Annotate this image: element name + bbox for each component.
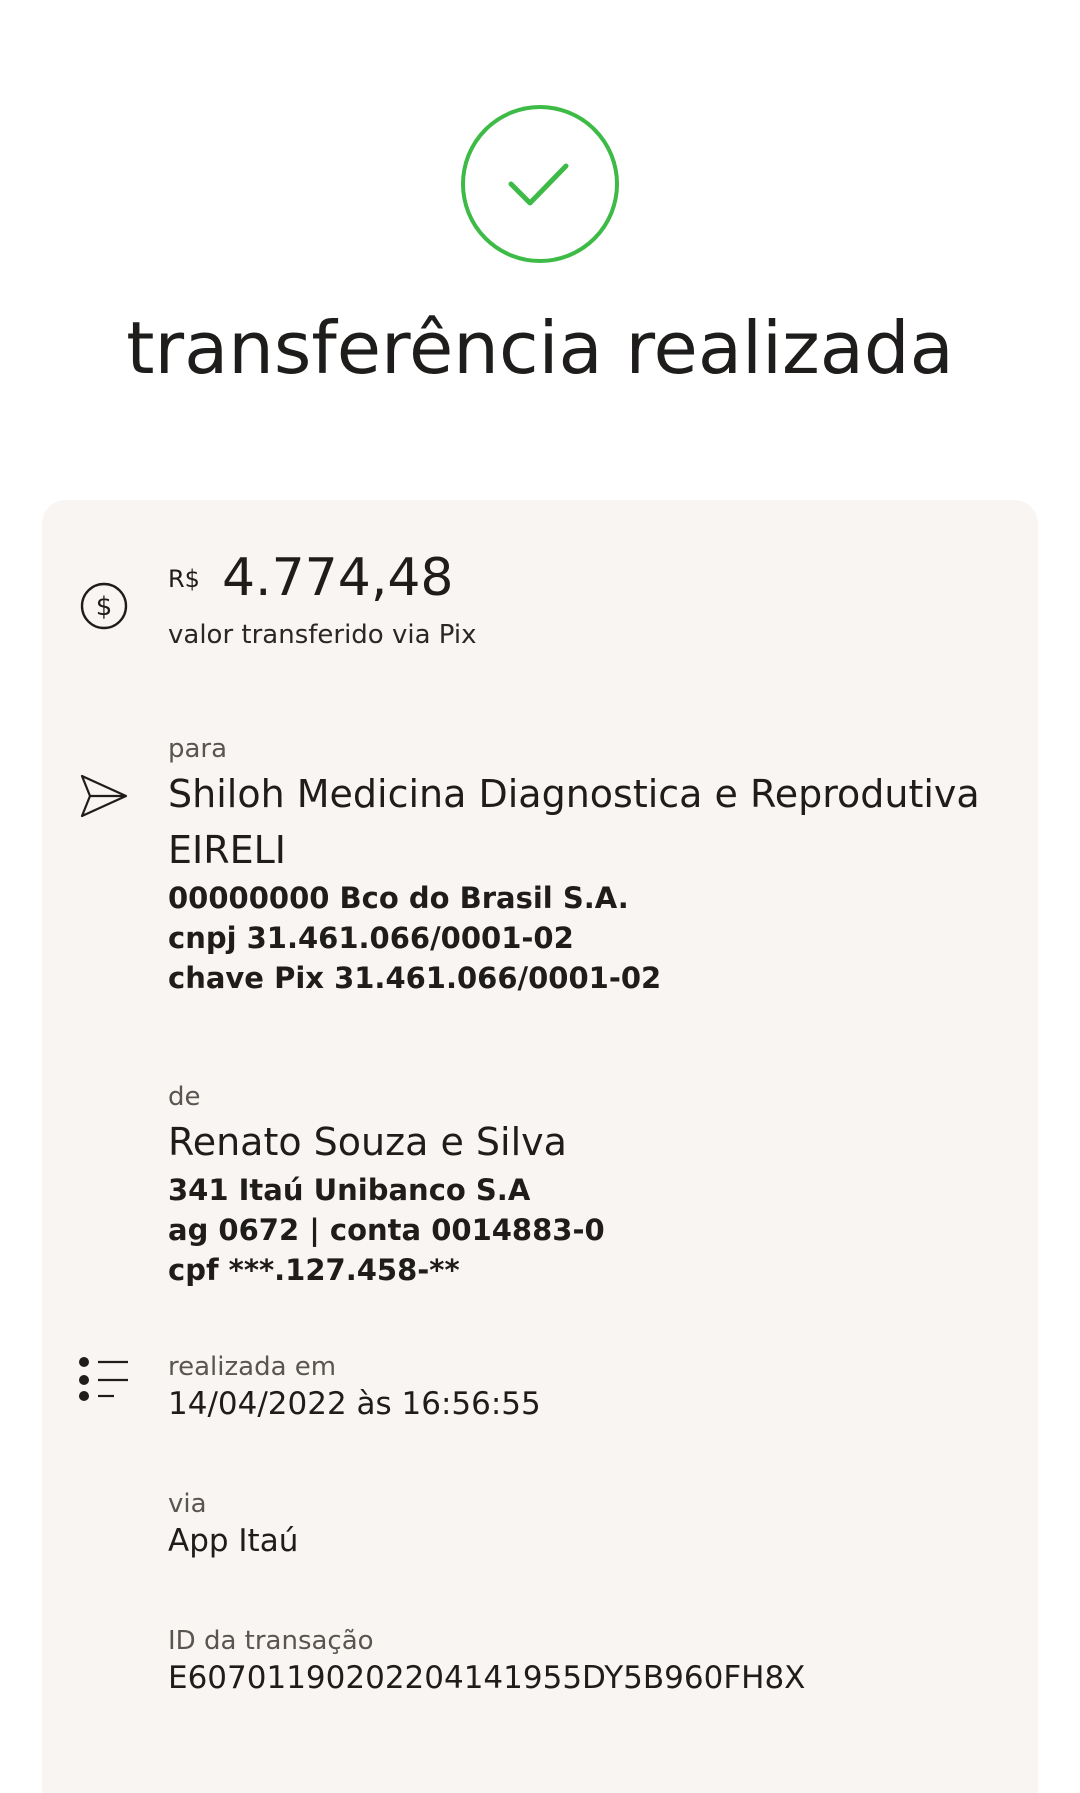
sender-bank: 341 Itaú Unibanco S.A <box>168 1173 531 1207</box>
check-circle-icon <box>460 104 620 264</box>
sender-block: de Renato Souza e Silva 341 Itaú Unibanc… <box>168 1080 1008 1290</box>
date-block: realizada em 14/04/2022 às 16:56:55 <box>168 1350 1008 1424</box>
date-label: realizada em <box>168 1352 337 1382</box>
recipient-bank: 00000000 Bco do Brasil S.A. <box>168 881 629 915</box>
sender-label: de <box>168 1082 201 1112</box>
amount-block: R$ 4.774,48 valor transferido via Pix <box>168 546 1008 652</box>
transaction-id-label: ID da transação <box>168 1626 374 1656</box>
sender-document: cpf ***.127.458-** <box>168 1253 460 1287</box>
list-icon <box>76 1354 132 1410</box>
recipient-label: para <box>168 734 228 764</box>
channel-label: via <box>168 1489 207 1519</box>
amount-caption: valor transferido via Pix <box>168 620 477 650</box>
currency-symbol: R$ <box>168 565 200 593</box>
recipient-pix-key: chave Pix 31.461.066/0001-02 <box>168 961 662 995</box>
recipient-document: cnpj 31.461.066/0001-02 <box>168 921 574 955</box>
transaction-block: ID da transação E60701190202204141955DY5… <box>168 1624 1008 1698</box>
dollar-circle-icon: $ <box>76 578 132 634</box>
amount-value: 4.774,48 <box>221 548 454 608</box>
recipient-block: para Shiloh Medicina Diagnostica e Repro… <box>168 732 1008 998</box>
date-value: 14/04/2022 às 16:56:55 <box>168 1386 541 1422</box>
channel-block: via App Itaú <box>168 1487 1008 1561</box>
svg-text:$: $ <box>96 592 113 622</box>
channel-value: App Itaú <box>168 1523 299 1559</box>
send-icon <box>76 768 132 824</box>
page-title: transferência realizada <box>126 306 954 390</box>
recipient-name: Shiloh Medicina Diagnostica e Reprodutiv… <box>168 772 980 872</box>
amount-line: R$ 4.774,48 <box>168 546 1008 610</box>
transaction-id-value: E60701190202204141955DY5B960FH8X <box>168 1660 806 1696</box>
sender-name: Renato Souza e Silva <box>168 1120 567 1164</box>
sender-account: ag 0672 | conta 0014883-0 <box>168 1213 605 1247</box>
